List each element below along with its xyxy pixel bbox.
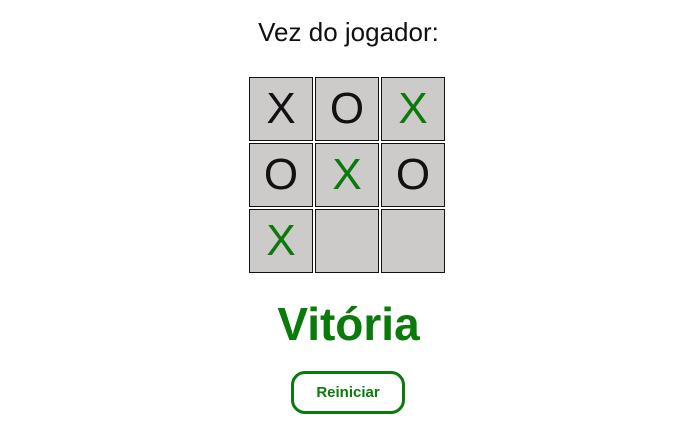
board-cell[interactable] [315, 209, 379, 273]
board-cell[interactable]: O [249, 143, 313, 207]
result-message: Vitória [277, 298, 420, 350]
turn-label: Vez do jogador: [258, 17, 439, 47]
board-cell[interactable] [381, 209, 445, 273]
board-cell[interactable]: X [249, 209, 313, 273]
board-cell[interactable]: O [381, 143, 445, 207]
board-cell[interactable]: X [381, 77, 445, 141]
game-board: X O X O X O X [249, 77, 447, 275]
board-cell[interactable]: X [249, 77, 313, 141]
restart-button[interactable]: Reiniciar [291, 371, 405, 414]
board-cell[interactable]: X [315, 143, 379, 207]
board-cell[interactable]: O [315, 77, 379, 141]
